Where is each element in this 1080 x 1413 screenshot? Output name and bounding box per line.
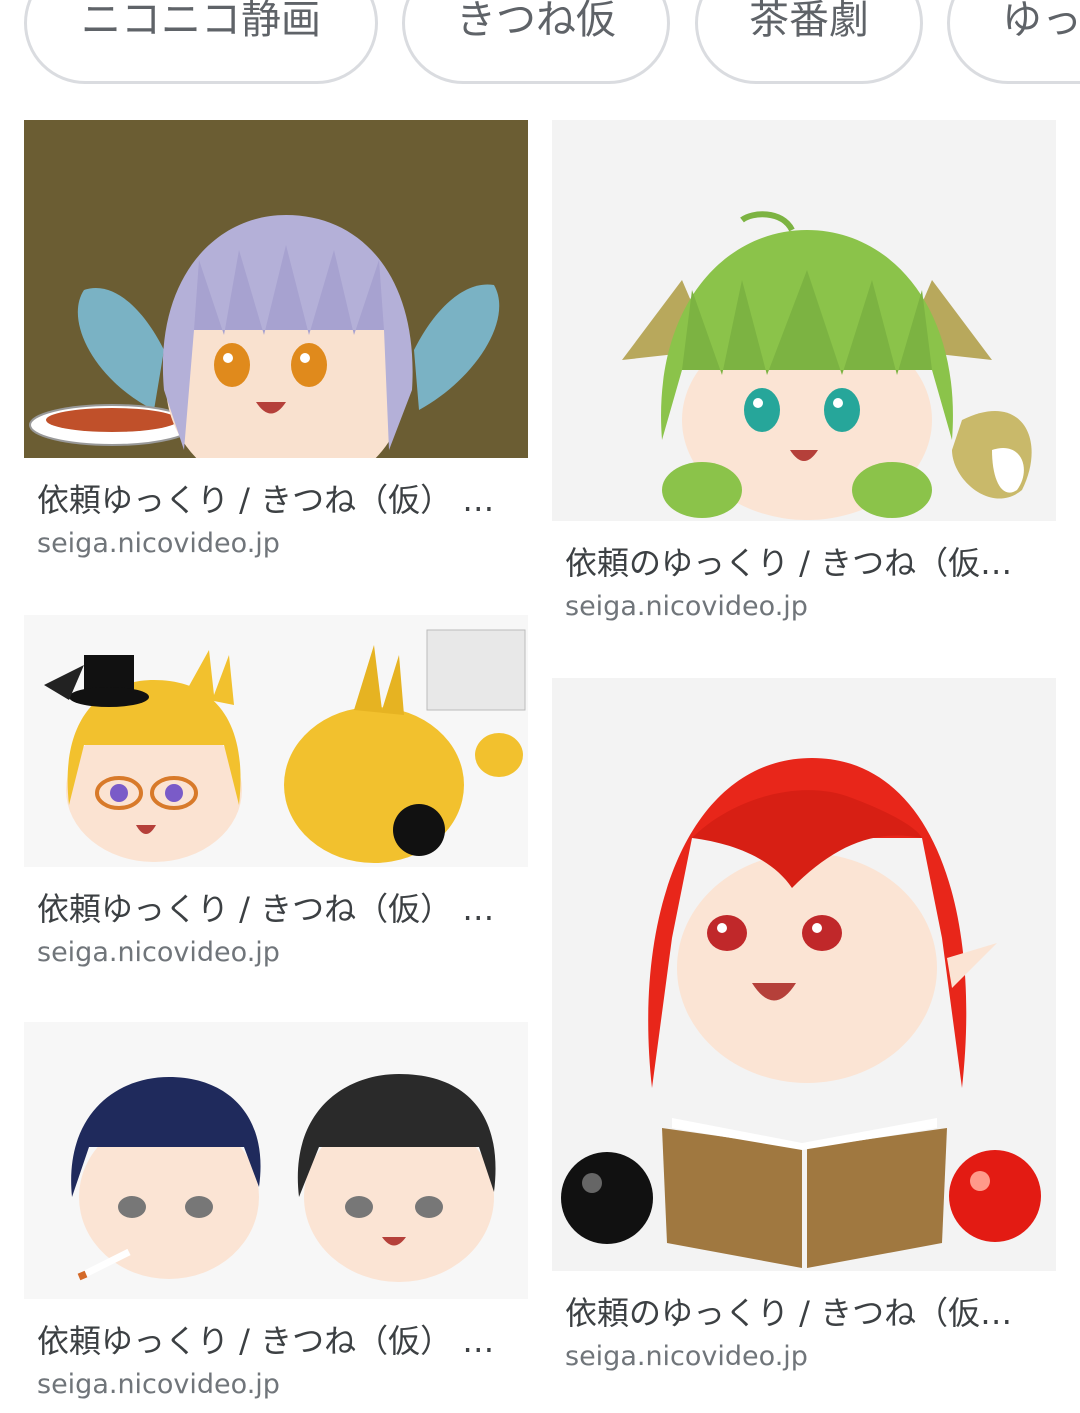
image-result-card[interactable]: 依頼ゆっくり / きつね（仮） … seiga.nicovideo.jp [24,120,528,564]
result-source: seiga.nicovideo.jp [565,591,808,622]
chip-chabangeki[interactable]: 茶番劇 [695,0,923,84]
result-source: seiga.nicovideo.jp [37,1369,280,1400]
result-title[interactable]: 依頼ゆっくり / きつね（仮） … [24,1319,528,1363]
chip-yukkuri[interactable]: ゆっ [947,0,1080,84]
result-title[interactable]: 依頼ゆっくり / きつね（仮） … [24,478,528,522]
result-thumbnail[interactable] [552,678,1056,1271]
chip-kitsune-kari[interactable]: きつね仮 [402,0,670,84]
result-thumbnail[interactable] [552,120,1056,521]
result-title[interactable]: 依頼ゆっくり / きつね（仮） … [24,887,528,931]
result-thumbnail[interactable] [24,615,528,867]
result-thumbnail[interactable] [24,120,528,458]
image-result-card[interactable]: 依頼ゆっくり / きつね（仮） … seiga.nicovideo.jp [24,1022,528,1405]
image-result-card[interactable]: 依頼ゆっくり / きつね（仮） … seiga.nicovideo.jp [24,615,528,973]
result-thumbnail[interactable] [24,1022,528,1299]
result-source: seiga.nicovideo.jp [37,937,280,968]
result-title[interactable]: 依頼のゆっくり / きつね（仮… [552,1291,1056,1335]
image-result-card[interactable]: 依頼のゆっくり / きつね（仮… seiga.nicovideo.jp [552,120,1056,627]
result-source: seiga.nicovideo.jp [37,528,280,559]
result-title[interactable]: 依頼のゆっくり / きつね（仮… [552,541,1056,585]
image-result-card[interactable]: 依頼のゆっくり / きつね（仮… seiga.nicovideo.jp [552,678,1056,1377]
result-source: seiga.nicovideo.jp [565,1341,808,1372]
chip-nico-seiga[interactable]: ニコニコ静画 [24,0,378,84]
filter-chip-row: ニコニコ静画 きつね仮 茶番劇 ゆっ [0,0,1080,96]
